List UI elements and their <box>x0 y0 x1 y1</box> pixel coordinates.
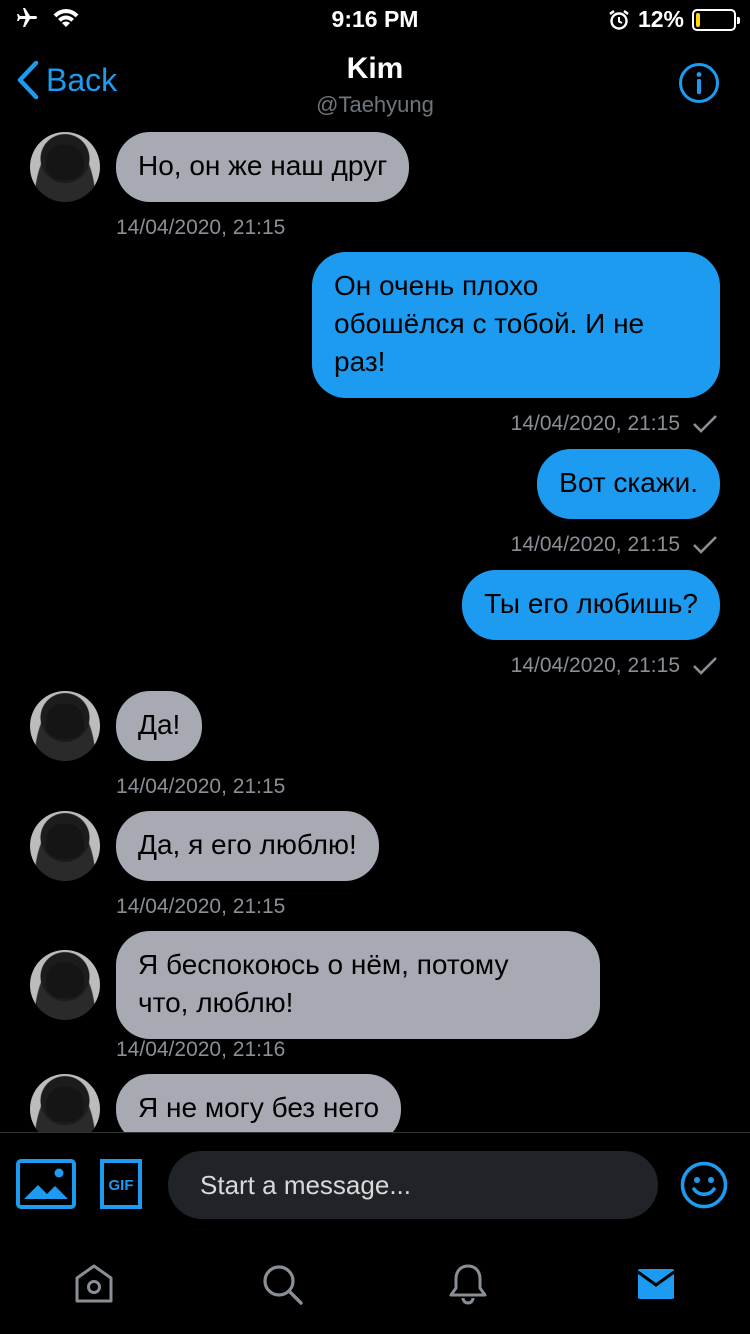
status-right: 12% <box>608 6 740 33</box>
status-bar: 9:16 PM 12% <box>0 0 750 40</box>
message-line: Я беспокоюсь о нём, потому <box>138 949 509 980</box>
battery-level <box>696 12 700 27</box>
alarm-icon <box>609 9 629 30</box>
avatar[interactable] <box>30 691 100 761</box>
gif-label: GIF <box>109 1177 134 1194</box>
battery-percent: 12% <box>637 6 684 32</box>
message-thread[interactable]: Но, он же наш друг 14/04/2020, 21:15 Он … <box>0 126 750 1132</box>
message-timestamp: 14/04/2020, 21:15 <box>116 895 286 918</box>
sent-check-icon <box>693 415 717 433</box>
notifications-icon[interactable] <box>446 1262 490 1306</box>
avatar[interactable] <box>30 950 100 1020</box>
contact-handle: @Taehyung <box>316 92 434 117</box>
avatar[interactable] <box>30 1074 100 1132</box>
message-timestamp: 14/04/2020, 21:16 <box>116 1038 286 1061</box>
message-timestamp: 14/04/2020, 21:15 <box>510 654 680 677</box>
message-bubble[interactable]: Да! <box>116 691 203 761</box>
tab-bar <box>0 1236 750 1334</box>
message-bubble[interactable]: Он очень плохо обошёлся с тобой. И не ра… <box>312 252 720 398</box>
message-line: Он очень плохо <box>334 270 539 301</box>
message-composer: GIF <box>0 1132 750 1236</box>
message-timestamp: 14/04/2020, 21:15 <box>116 775 286 798</box>
message-timestamp-row: 14/04/2020, 21:15 <box>511 412 718 436</box>
outgoing-message: Вот скажи. <box>537 449 720 519</box>
message-bubble[interactable]: Вот скажи. <box>537 449 720 519</box>
incoming-message: Да, я его люблю! <box>30 811 379 881</box>
message-bubble[interactable]: Я беспокоюсь о нём, потому что, люблю! <box>116 931 600 1039</box>
battery-icon <box>692 8 740 31</box>
avatar[interactable] <box>30 132 100 202</box>
message-bubble[interactable]: Но, он же наш друг <box>116 132 410 202</box>
message-line: раз! <box>334 346 386 377</box>
gif-icon[interactable]: GIF <box>100 1159 142 1209</box>
conversation-header: Back Kim @Taehyung <box>0 40 750 126</box>
messages-icon[interactable] <box>634 1262 678 1306</box>
avatar[interactable] <box>30 811 100 881</box>
image-icon[interactable] <box>16 1159 76 1209</box>
incoming-message: Да! <box>30 691 203 761</box>
sent-check-icon <box>693 536 717 554</box>
message-input[interactable] <box>168 1151 658 1219</box>
outgoing-message: Он очень плохо обошёлся с тобой. И не ра… <box>312 252 720 398</box>
message-timestamp-row: 14/04/2020, 21:15 <box>511 654 718 678</box>
home-icon[interactable] <box>72 1262 116 1306</box>
contact-name: Kim <box>346 52 404 85</box>
sent-check-icon <box>693 657 717 675</box>
message-timestamp: 14/04/2020, 21:15 <box>510 412 680 435</box>
message-timestamp-row: 14/04/2020, 21:15 <box>511 533 718 557</box>
incoming-message: Но, он же наш друг <box>30 132 410 202</box>
emoji-icon[interactable] <box>680 1161 728 1209</box>
incoming-message: Я беспокоюсь о нём, потому что, люблю! <box>30 931 600 1039</box>
message-bubble[interactable]: Я не могу без него <box>116 1074 402 1132</box>
message-line: обошёлся с тобой. И не <box>334 308 645 339</box>
outgoing-message: Ты его любишь? <box>462 570 720 640</box>
message-bubble[interactable]: Ты его любишь? <box>462 570 720 640</box>
message-bubble[interactable]: Да, я его люблю! <box>116 811 379 881</box>
message-timestamp: 14/04/2020, 21:15 <box>510 533 680 556</box>
message-timestamp: 14/04/2020, 21:15 <box>116 216 286 239</box>
search-icon[interactable] <box>260 1262 304 1306</box>
info-icon[interactable] <box>678 62 720 104</box>
incoming-message: Я не могу без него <box>30 1074 402 1132</box>
message-line: что, люблю! <box>138 987 294 1018</box>
